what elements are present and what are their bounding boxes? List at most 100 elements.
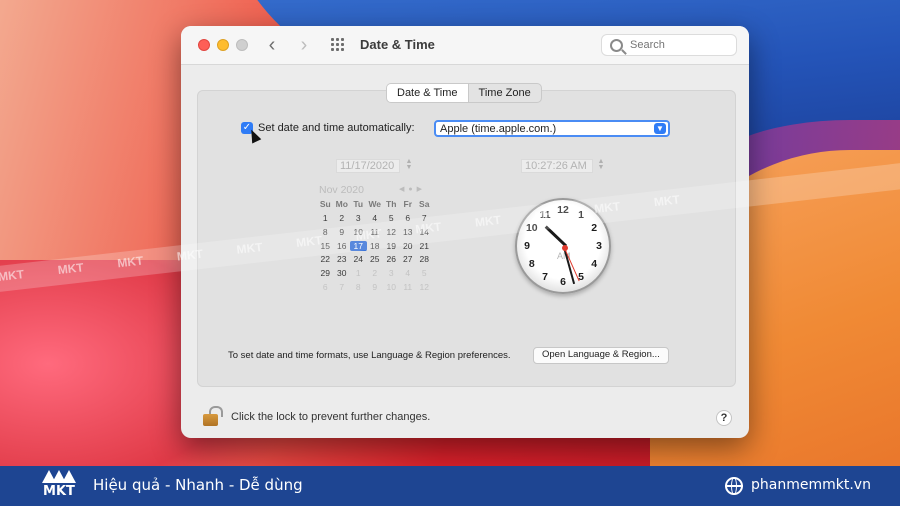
weekday-label: Sa	[419, 199, 430, 209]
calendar-day[interactable]: 4	[400, 268, 417, 278]
hour-hand	[544, 225, 568, 247]
clock-number: 1	[578, 208, 584, 221]
tab-time-zone[interactable]: Time Zone	[469, 84, 541, 102]
calendar-day[interactable]: 10	[350, 227, 367, 237]
calendar-day[interactable]: 28	[416, 254, 433, 264]
calendar-month: Nov 2020	[319, 184, 364, 196]
format-hint-text: To set date and time formats, use Langua…	[228, 350, 511, 361]
chevron-right-icon[interactable]: ›	[293, 34, 315, 56]
search-icon	[610, 39, 623, 52]
calendar-day[interactable]: 2	[367, 268, 384, 278]
footer-site-url[interactable]: phanmemmkt.vn	[751, 477, 871, 493]
chevron-left-icon[interactable]: ‹	[261, 34, 283, 56]
footer-tagline: Hiệu quả - Nhanh - Dễ dùng	[93, 476, 303, 494]
calendar-day[interactable]: 4	[367, 213, 384, 223]
calendar-day[interactable]: 8	[317, 227, 334, 237]
calendar-week: 29 30 1 2 3 4 5	[317, 268, 433, 278]
time-field[interactable]: 10:27:26 AM	[521, 159, 593, 173]
grid-icon[interactable]	[331, 38, 347, 52]
calendar-nav-icon[interactable]: ◀●▶	[399, 185, 426, 193]
footer-banner: MKT Hiệu quả - Nhanh - Dễ dùng phanmemmk…	[0, 466, 900, 506]
close-window-button[interactable]	[198, 39, 210, 51]
calendar-day[interactable]: 8	[350, 282, 367, 292]
weekday-label: Tu	[353, 199, 364, 209]
clock-number: 6	[560, 276, 566, 288]
calendar-day[interactable]: 10	[383, 282, 400, 292]
calendar-week: 6 7 8 9 10 11 12	[317, 282, 433, 292]
clock-number: 7	[542, 271, 548, 284]
calendar-day[interactable]: 6	[400, 213, 417, 223]
weekday-label: Fr	[403, 199, 413, 209]
calendar-day[interactable]: 27	[400, 254, 417, 264]
calendar-day[interactable]: 26	[383, 254, 400, 264]
calendar-day[interactable]: 25	[367, 254, 384, 264]
weekday-label: Mo	[335, 199, 348, 209]
calendar-day[interactable]: 21	[416, 241, 433, 251]
calendar-day[interactable]: 7	[334, 282, 351, 292]
tab-bar: Date & Time Time Zone	[386, 83, 542, 103]
calendar-day[interactable]: 12	[383, 227, 400, 237]
calendar-day[interactable]: 2	[334, 213, 351, 223]
auto-time-label: Set date and time automatically:	[258, 122, 415, 134]
calendar-week: 1234567	[317, 213, 433, 223]
preferences-window: ‹ › Date & Time Date & Time Time Zone ✓ …	[181, 26, 749, 438]
clock-number: 2	[591, 222, 598, 234]
chevron-down-icon: ▼	[654, 123, 666, 134]
date-field[interactable]: 11/17/2020	[336, 159, 400, 173]
calendar-weekdays: Su Mo Tu We Th Fr Sa	[317, 199, 433, 209]
calendar-day[interactable]: 11	[367, 227, 384, 237]
calendar-day[interactable]: 9	[367, 282, 384, 292]
calendar-week: 22 23 24 25 26 27 28	[317, 254, 433, 264]
clock-number: 3	[596, 240, 602, 252]
calendar-day[interactable]: 29	[317, 268, 334, 278]
lock-icon[interactable]	[203, 406, 223, 426]
calendar-day[interactable]: 18	[367, 241, 384, 251]
calendar-day[interactable]: 23	[334, 254, 351, 264]
time-server-dropdown[interactable]: Apple (time.apple.com.) ▼	[434, 120, 670, 137]
calendar-day[interactable]: 1	[317, 213, 334, 223]
calendar-day[interactable]: 17	[350, 240, 367, 251]
time-stepper-icon[interactable]: ▲ ▼	[597, 158, 605, 173]
calendar-day[interactable]: 15	[317, 241, 334, 251]
calendar-day[interactable]: 30	[334, 268, 351, 278]
calendar-day[interactable]: 19	[383, 241, 400, 251]
clock-number: 9	[524, 240, 530, 252]
calendar-day[interactable]: 24	[350, 254, 367, 264]
title-bar: ‹ › Date & Time	[181, 26, 749, 65]
calendar-day[interactable]: 22	[317, 254, 334, 264]
calendar-day[interactable]: 12	[416, 282, 433, 292]
calendar-day[interactable]: 6	[317, 282, 334, 292]
calendar-day[interactable]: 3	[350, 213, 367, 223]
date-stepper-icon[interactable]: ▲ ▼	[405, 158, 413, 173]
search-field[interactable]	[601, 34, 737, 56]
time-server-value: Apple (time.apple.com.)	[440, 123, 557, 135]
help-button[interactable]: ?	[716, 410, 732, 426]
search-input[interactable]	[628, 38, 732, 52]
calendar-day[interactable]: 9	[334, 227, 351, 237]
calendar-day[interactable]: 20	[400, 241, 417, 251]
calendar-week: 15 16 17 18 19 20 21	[317, 240, 433, 251]
desktop-wallpaper: ‹ › Date & Time Date & Time Time Zone ✓ …	[0, 0, 900, 466]
weekday-label: We	[368, 199, 382, 209]
weekday-label: Th	[386, 199, 397, 209]
clock-number: 8	[528, 258, 535, 270]
calendar-day[interactable]: 13	[400, 227, 417, 237]
calendar-day[interactable]: 16	[334, 241, 351, 251]
calendar-day[interactable]: 11	[400, 282, 417, 292]
clock-number: 10	[525, 222, 538, 234]
calendar-day[interactable]: 7	[416, 213, 433, 223]
globe-icon	[725, 477, 743, 495]
weekday-label: Su	[319, 199, 331, 209]
tab-date-time[interactable]: Date & Time	[387, 84, 469, 102]
calendar-day[interactable]: 3	[383, 268, 400, 278]
clock-number: 4	[591, 258, 598, 270]
calendar-day[interactable]: 1	[350, 268, 367, 278]
zoom-window-button[interactable]	[236, 39, 248, 51]
open-language-region-button[interactable]: Open Language & Region...	[533, 347, 669, 364]
calendar-day[interactable]: 14	[416, 227, 433, 237]
calendar-day[interactable]: 5	[383, 213, 400, 223]
clock-hub	[562, 245, 568, 251]
calendar-day[interactable]: 5	[416, 268, 433, 278]
minimize-window-button[interactable]	[217, 39, 229, 51]
calendar-week: 8 9 10 11 12 13 14	[317, 227, 433, 237]
